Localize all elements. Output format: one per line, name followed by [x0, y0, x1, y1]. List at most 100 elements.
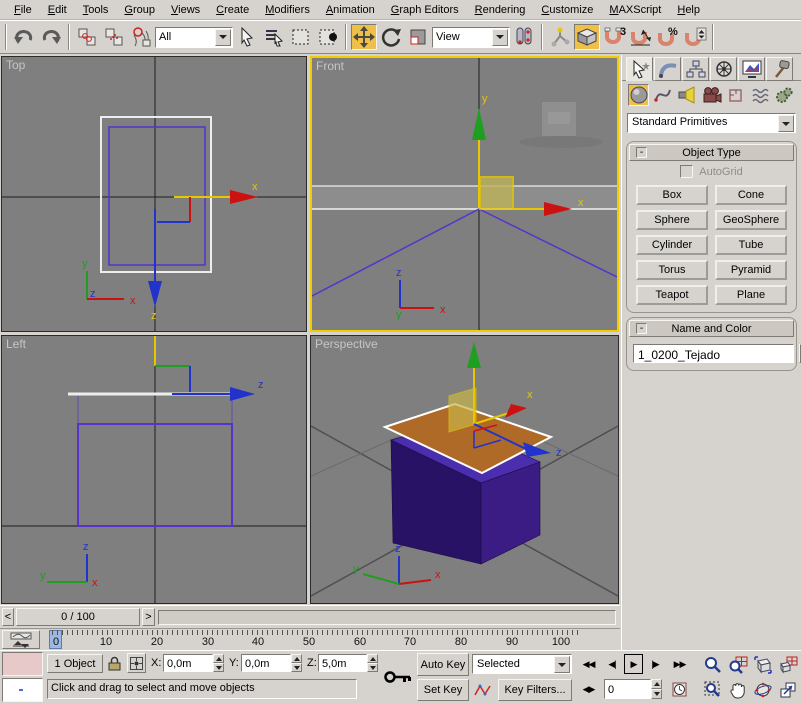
cylinder-button[interactable]: Cylinder [636, 235, 708, 255]
crossing-selection-button[interactable] [315, 24, 341, 50]
cone-button[interactable]: Cone [715, 185, 787, 205]
menu-views[interactable]: Views [163, 2, 208, 18]
menu-create[interactable]: Create [208, 2, 257, 18]
time-slider-next-button[interactable]: > [142, 608, 155, 626]
key-filters-button[interactable]: Key Filters... [498, 679, 572, 701]
time-configuration-button[interactable] [669, 680, 690, 699]
time-slider-prev-button[interactable]: < [2, 608, 14, 626]
tab-modify[interactable] [654, 57, 681, 81]
go-to-end-button[interactable]: ▶▶ [669, 655, 690, 674]
object-name-field[interactable] [633, 344, 794, 363]
chevron-down-icon[interactable] [492, 29, 508, 46]
zoom-button[interactable] [701, 653, 725, 677]
default-in-out-tangent-button[interactable] [472, 679, 494, 701]
time-slider-track[interactable] [158, 610, 616, 625]
coord-z-field[interactable] [318, 654, 367, 672]
tab-hierarchy[interactable] [682, 57, 709, 81]
teapot-button[interactable]: Teapot [636, 285, 708, 305]
zoom-all-button[interactable] [726, 653, 750, 677]
move-gizmo[interactable]: z [155, 336, 264, 401]
menu-customize[interactable]: Customize [533, 2, 601, 18]
primitives-dropdown[interactable]: Standard Primitives [627, 113, 796, 133]
box-wire[interactable] [312, 209, 617, 296]
menu-edit[interactable]: Edit [40, 2, 75, 18]
reference-coordinate-dropdown[interactable]: View [432, 27, 510, 48]
lights-category-button[interactable] [677, 84, 698, 106]
pyramid-button[interactable]: Pyramid [715, 260, 787, 280]
coord-y-field[interactable] [241, 654, 291, 672]
time-slider-handle[interactable]: 0 / 100 [16, 608, 140, 626]
pan-button[interactable] [726, 678, 750, 702]
percent-snap-button[interactable]: % [655, 24, 681, 50]
zoom-extents-button[interactable] [751, 653, 775, 677]
coord-x-spinner[interactable] [213, 654, 224, 672]
next-frame-button[interactable]: |▶ [645, 655, 665, 674]
zoom-extents-all-button[interactable] [776, 653, 800, 677]
tube-button[interactable]: Tube [715, 235, 787, 255]
menu-animation[interactable]: Animation [318, 2, 383, 18]
tab-utilities[interactable] [766, 57, 793, 81]
select-and-scale-button[interactable] [405, 24, 431, 50]
chevron-down-icon[interactable] [554, 656, 570, 673]
select-and-rotate-button[interactable] [378, 24, 404, 50]
menu-file[interactable]: File [6, 2, 40, 18]
menu-modifiers[interactable]: Modifiers [257, 2, 318, 18]
tab-motion[interactable] [710, 57, 737, 81]
menu-tools[interactable]: Tools [75, 2, 117, 18]
helpers-category-button[interactable] [725, 84, 746, 106]
key-mode-toggle-button[interactable]: ◀▶ [578, 680, 599, 699]
go-to-start-button[interactable]: ◀◀ [578, 655, 599, 674]
geosphere-button[interactable]: GeoSphere [715, 210, 787, 230]
chevron-down-icon[interactable] [215, 29, 231, 46]
arc-rotate-button[interactable] [751, 678, 775, 702]
viewport-left-label[interactable]: Left [6, 337, 26, 351]
play-button[interactable]: ▶ [624, 654, 643, 674]
menu-rendering[interactable]: Rendering [467, 2, 534, 18]
plane-button[interactable]: Plane [715, 285, 787, 305]
menu-graph-editors[interactable]: Graph Editors [383, 2, 467, 18]
redo-button[interactable] [38, 24, 64, 50]
viewport-top[interactable]: Top x z y z x [1, 56, 307, 332]
snaps-toggle-button[interactable] [574, 24, 600, 50]
torus-button[interactable]: Torus [636, 260, 708, 280]
shapes-category-button[interactable] [652, 84, 673, 106]
snap-3d-button[interactable]: 3 [601, 24, 627, 50]
box-button[interactable]: Box [636, 185, 708, 205]
selection-filter-dropdown[interactable]: All [155, 27, 233, 48]
move-gizmo[interactable]: x z [148, 181, 258, 322]
auto-key-button[interactable]: Auto Key [417, 653, 469, 676]
current-frame-field[interactable] [604, 679, 651, 699]
viewport-front[interactable]: Front y x [310, 56, 619, 332]
viewport-perspective-label[interactable]: Perspective [315, 337, 378, 351]
select-and-link-button[interactable] [74, 24, 100, 50]
sphere-button[interactable]: Sphere [636, 210, 708, 230]
cameras-category-button[interactable] [701, 84, 722, 106]
maxscript-mini-listener[interactable] [2, 678, 43, 702]
object-type-rollout-header[interactable]: Object Type - [629, 144, 794, 161]
viewport-front-label[interactable]: Front [316, 59, 344, 73]
select-object-button[interactable] [234, 24, 260, 50]
coord-x-field[interactable] [163, 654, 213, 672]
space-warps-category-button[interactable] [749, 84, 770, 106]
track-bar-ruler[interactable]: 0 10 20 30 40 50 60 70 80 90 100 [42, 629, 618, 651]
unlink-selection-button[interactable] [101, 24, 127, 50]
viewport-left[interactable]: Left z z y x [1, 335, 307, 604]
viewport-top-label[interactable]: Top [6, 58, 25, 72]
menu-group[interactable]: Group [116, 2, 163, 18]
set-keys-button[interactable] [381, 653, 415, 701]
absolute-offset-toggle[interactable] [127, 653, 146, 673]
use-pivot-point-center-button[interactable] [511, 24, 537, 50]
chevron-down-icon[interactable] [778, 115, 794, 132]
undo-button[interactable] [11, 24, 37, 50]
geometry-category-button[interactable] [628, 84, 649, 106]
autogrid-checkbox[interactable] [680, 165, 693, 178]
key-mode-dropdown[interactable]: Selected [472, 654, 572, 674]
tab-create[interactable] [626, 57, 653, 81]
menu-help[interactable]: Help [669, 2, 708, 18]
set-key-button[interactable]: Set Key [417, 679, 469, 701]
previous-frame-button[interactable]: ◀| [602, 655, 622, 674]
name-color-rollout-header[interactable]: Name and Color - [629, 320, 794, 337]
bind-to-space-warp-button[interactable] [128, 24, 154, 50]
mini-curve-editor-button[interactable] [2, 630, 40, 649]
maxscript-mini-listener-macro[interactable] [2, 652, 43, 676]
